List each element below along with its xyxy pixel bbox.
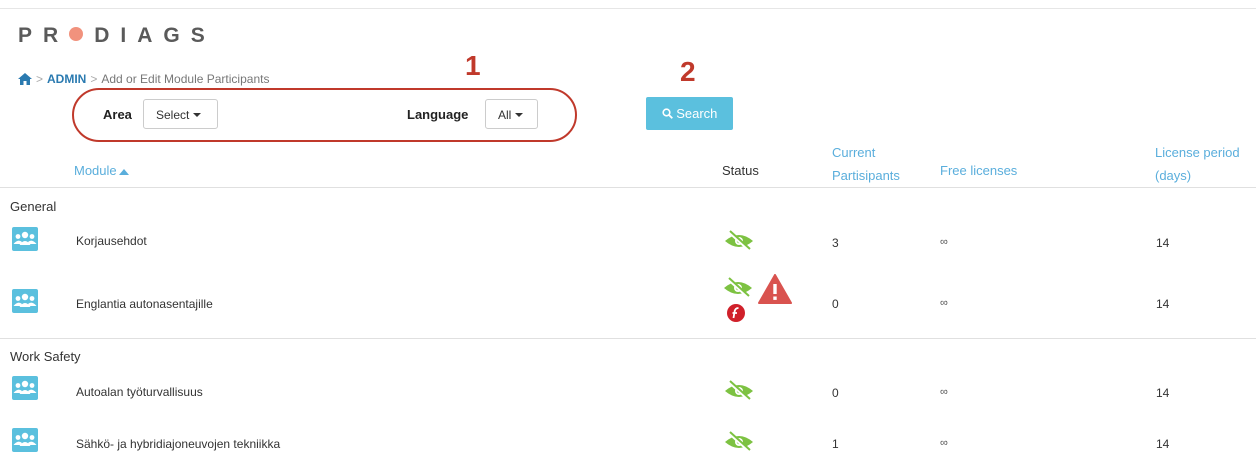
license-period-value: 14: [1156, 386, 1170, 400]
license-period-value: 14: [1156, 437, 1170, 451]
users-icon: [12, 376, 38, 400]
sort-up-icon: [118, 169, 129, 175]
current-participants-value: 1: [832, 437, 839, 451]
group-heading-work-safety: Work Safety: [10, 349, 81, 364]
language-label: Language: [407, 107, 469, 122]
hidden-eye-icon: [723, 380, 755, 407]
hidden-eye-icon: [723, 431, 755, 458]
column-header-license-period[interactable]: License period (days): [1155, 144, 1240, 185]
group-divider: [0, 338, 1256, 339]
current-participants-value: 0: [832, 386, 839, 400]
module-name[interactable]: Sähkö- ja hybridiajoneuvojen tekniikka: [76, 437, 280, 451]
free-licenses-value: ∞: [940, 437, 948, 449]
license-period-value: 14: [1156, 236, 1170, 250]
column-header-current-participants[interactable]: Current Partisipants: [832, 144, 900, 185]
annotation-number-1: 1: [465, 50, 481, 81]
area-dropdown[interactable]: Select: [143, 99, 218, 129]
group-heading-general: General: [10, 199, 57, 214]
header-divider: [0, 187, 1256, 188]
search-icon: [661, 108, 673, 119]
annotation-number-2: 2: [680, 56, 696, 87]
area-label: Area: [103, 107, 132, 122]
prodiags-logo: PR DIAGS: [18, 24, 216, 47]
language-dropdown[interactable]: All: [485, 99, 538, 129]
license-period-value: 14: [1156, 297, 1170, 311]
breadcrumb-current: Add or Edit Module Participants: [101, 72, 270, 86]
top-divider: [0, 8, 1256, 9]
chevron-down-icon: [515, 113, 524, 117]
free-licenses-value: ∞: [940, 297, 948, 309]
column-header-status: Status: [722, 163, 759, 178]
free-licenses-value: ∞: [940, 236, 948, 248]
search-button[interactable]: Search: [646, 97, 733, 130]
module-name[interactable]: Englantia autonasentajille: [76, 297, 213, 311]
current-participants-value: 0: [832, 297, 839, 311]
logo-dot: [69, 27, 84, 41]
free-licenses-value: ∞: [940, 386, 948, 398]
hidden-eye-icon: [722, 277, 754, 304]
hidden-eye-icon: [723, 230, 755, 257]
breadcrumb: > ADMIN > Add or Edit Module Participants: [18, 72, 269, 86]
home-icon[interactable]: [18, 72, 32, 86]
warning-icon: [758, 274, 792, 309]
users-icon: [12, 227, 38, 251]
users-icon: [12, 289, 38, 313]
column-header-module[interactable]: Module: [74, 162, 129, 180]
chevron-down-icon: [193, 113, 202, 117]
current-participants-value: 3: [832, 236, 839, 250]
module-name[interactable]: Autoalan työturvallisuus: [76, 385, 203, 399]
flash-icon: [727, 304, 745, 327]
breadcrumb-admin-link[interactable]: ADMIN: [47, 72, 86, 86]
users-icon: [12, 428, 38, 452]
module-name[interactable]: Korjausehdot: [76, 234, 147, 248]
column-header-free-licenses[interactable]: Free licenses: [940, 162, 1017, 180]
